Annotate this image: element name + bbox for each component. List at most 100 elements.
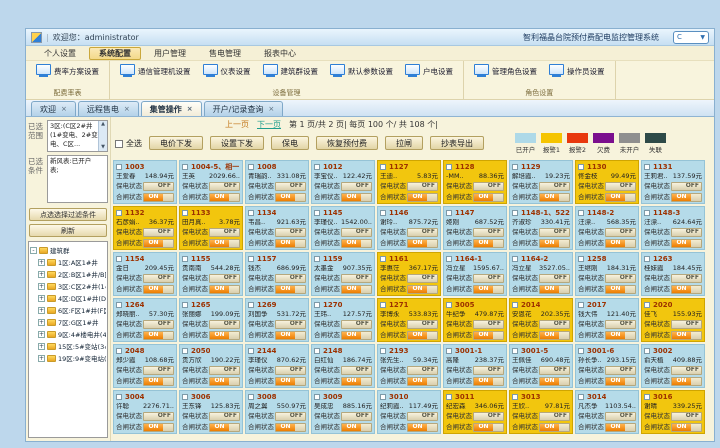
expand-icon[interactable]: +: [38, 319, 45, 326]
card-checkbox[interactable]: [512, 256, 518, 262]
switch-toggle-on[interactable]: ON: [275, 239, 306, 248]
power-protect-toggle-off[interactable]: OFF: [539, 182, 570, 191]
ribbon-button[interactable]: 费率方案设置: [30, 64, 105, 78]
power-protect-toggle-off[interactable]: OFF: [671, 228, 702, 237]
switch-toggle-on[interactable]: ON: [341, 423, 372, 432]
meter-card[interactable]: 1008青瑞韵..331.08元保电状态OFF合闸状态ON: [245, 160, 309, 204]
card-checkbox[interactable]: [380, 164, 386, 170]
meter-card[interactable]: 1147姬刚687.52元保电状态OFF合闸状态ON: [443, 206, 507, 250]
switch-toggle-on[interactable]: ON: [341, 331, 372, 340]
card-checkbox[interactable]: [116, 302, 122, 308]
power-protect-toggle-off[interactable]: OFF: [341, 366, 372, 375]
prev-page-link[interactable]: 上一页: [225, 119, 249, 130]
switch-toggle-on[interactable]: ON: [275, 193, 306, 202]
switch-toggle-on[interactable]: ON: [143, 285, 174, 294]
close-icon[interactable]: ×: [61, 105, 67, 113]
expand-icon[interactable]: +: [38, 355, 45, 362]
card-checkbox[interactable]: [116, 348, 122, 354]
power-protect-toggle-off[interactable]: OFF: [605, 182, 636, 191]
next-page-link[interactable]: 下一页: [257, 119, 281, 130]
card-checkbox[interactable]: [644, 302, 650, 308]
ribbon-button[interactable]: 管理角色设置: [468, 64, 543, 78]
meter-card[interactable]: 3016谢晴339.25元保电状态OFF合闸状态ON: [641, 390, 705, 434]
switch-toggle-on[interactable]: ON: [671, 377, 702, 386]
power-protect-toggle-off[interactable]: OFF: [341, 228, 372, 237]
meter-card[interactable]: 1148-3汪漂..624.64元保电状态OFF合闸状态ON: [641, 206, 705, 250]
power-protect-toggle-off[interactable]: OFF: [407, 366, 438, 375]
card-checkbox[interactable]: [644, 164, 650, 170]
power-protect-toggle-off[interactable]: OFF: [341, 412, 372, 421]
card-checkbox[interactable]: [644, 348, 650, 354]
card-checkbox[interactable]: [512, 210, 518, 216]
card-checkbox[interactable]: [182, 256, 188, 262]
meter-card[interactable]: 3014凡杰争1103.54..保电状态OFF合闸状态ON: [575, 390, 639, 434]
card-checkbox[interactable]: [248, 394, 254, 400]
power-protect-toggle-off[interactable]: OFF: [407, 320, 438, 329]
meter-card[interactable]: 1129解培霞..19.23元保电状态OFF合闸状态ON: [509, 160, 573, 204]
select-all-checkbox[interactable]: [115, 140, 123, 148]
filter-select-button[interactable]: 点选选择过滤条件: [29, 208, 107, 221]
doc-tab[interactable]: 集管操作×: [141, 101, 202, 116]
switch-toggle-on[interactable]: ON: [473, 331, 504, 340]
switch-toggle-on[interactable]: ON: [143, 193, 174, 202]
card-checkbox[interactable]: [380, 394, 386, 400]
power-protect-toggle-off[interactable]: OFF: [605, 274, 636, 283]
meter-card[interactable]: 1003王爱春148.94元保电状态OFF合闸状态ON: [113, 160, 177, 204]
tree-item[interactable]: +19区:9#变电站(2...: [30, 352, 106, 364]
switch-toggle-on[interactable]: ON: [209, 331, 240, 340]
meter-card[interactable]: 1161李惠茳367.17元保电状态OFF合闸状态ON: [377, 252, 441, 296]
card-checkbox[interactable]: [380, 348, 386, 354]
switch-toggle-on[interactable]: ON: [671, 193, 702, 202]
power-protect-toggle-off[interactable]: OFF: [209, 366, 240, 375]
card-checkbox[interactable]: [314, 256, 320, 262]
expand-icon[interactable]: +: [38, 295, 45, 302]
tree-item[interactable]: +15区:5#变站(3#...: [30, 340, 106, 352]
card-checkbox[interactable]: [446, 394, 452, 400]
power-protect-toggle-off[interactable]: OFF: [209, 182, 240, 191]
card-checkbox[interactable]: [182, 302, 188, 308]
card-checkbox[interactable]: [380, 302, 386, 308]
power-protect-toggle-off[interactable]: OFF: [605, 228, 636, 237]
meter-card[interactable]: 1128-MM..88.36元保电状态OFF合闸状态ON: [443, 160, 507, 204]
meter-card[interactable]: 2148白红仙186.74元保电状态OFF合闸状态ON: [311, 344, 375, 388]
close-icon[interactable]: ×: [268, 105, 274, 113]
tree-root[interactable]: -建筑群: [30, 244, 106, 256]
switch-toggle-on[interactable]: ON: [143, 331, 174, 340]
card-checkbox[interactable]: [116, 164, 122, 170]
card-checkbox[interactable]: [116, 210, 122, 216]
power-protect-toggle-off[interactable]: OFF: [671, 412, 702, 421]
card-checkbox[interactable]: [314, 210, 320, 216]
switch-toggle-on[interactable]: ON: [341, 285, 372, 294]
meter-card[interactable]: 3013王欣..97.81元保电状态OFF合闸状态ON: [509, 390, 573, 434]
switch-toggle-on[interactable]: ON: [209, 423, 240, 432]
meter-card[interactable]: 1154金日209.45元保电状态OFF合闸状态ON: [113, 252, 177, 296]
card-checkbox[interactable]: [578, 302, 584, 308]
power-protect-toggle-off[interactable]: OFF: [473, 228, 504, 237]
power-protect-toggle-off[interactable]: OFF: [605, 320, 636, 329]
card-checkbox[interactable]: [446, 164, 452, 170]
skin-combo[interactable]: C ▼: [673, 31, 709, 44]
power-protect-toggle-off[interactable]: OFF: [473, 182, 504, 191]
meter-card[interactable]: 1148-1、522齐淑珍330.41元保电状态OFF合闸状态ON: [509, 206, 573, 250]
menu-tab[interactable]: 售电管理: [199, 47, 251, 60]
meter-card[interactable]: 2050贵方欣190.22元保电状态OFF合闸状态ON: [179, 344, 243, 388]
card-checkbox[interactable]: [314, 302, 320, 308]
selected-condition-box[interactable]: 新风表:已开户表;: [47, 155, 108, 203]
scroll-down-icon[interactable]: ▼: [101, 144, 105, 151]
power-protect-toggle-off[interactable]: OFF: [539, 412, 570, 421]
card-checkbox[interactable]: [446, 302, 452, 308]
tree-item[interactable]: +2区:B区1#井/B区1...: [30, 268, 106, 280]
scroll-up-icon[interactable]: ▲: [101, 121, 105, 128]
expand-icon[interactable]: +: [38, 343, 45, 350]
card-checkbox[interactable]: [182, 348, 188, 354]
power-protect-toggle-off[interactable]: OFF: [275, 228, 306, 237]
card-checkbox[interactable]: [578, 348, 584, 354]
switch-toggle-on[interactable]: ON: [605, 331, 636, 340]
meter-card[interactable]: 1146谢玲..875.72元保电状态OFF合闸状态ON: [377, 206, 441, 250]
card-checkbox[interactable]: [116, 394, 122, 400]
power-protect-toggle-off[interactable]: OFF: [275, 320, 306, 329]
power-protect-toggle-off[interactable]: OFF: [605, 366, 636, 375]
power-protect-toggle-off[interactable]: OFF: [671, 274, 702, 283]
power-protect-toggle-off[interactable]: OFF: [407, 274, 438, 283]
power-protect-toggle-off[interactable]: OFF: [341, 320, 372, 329]
